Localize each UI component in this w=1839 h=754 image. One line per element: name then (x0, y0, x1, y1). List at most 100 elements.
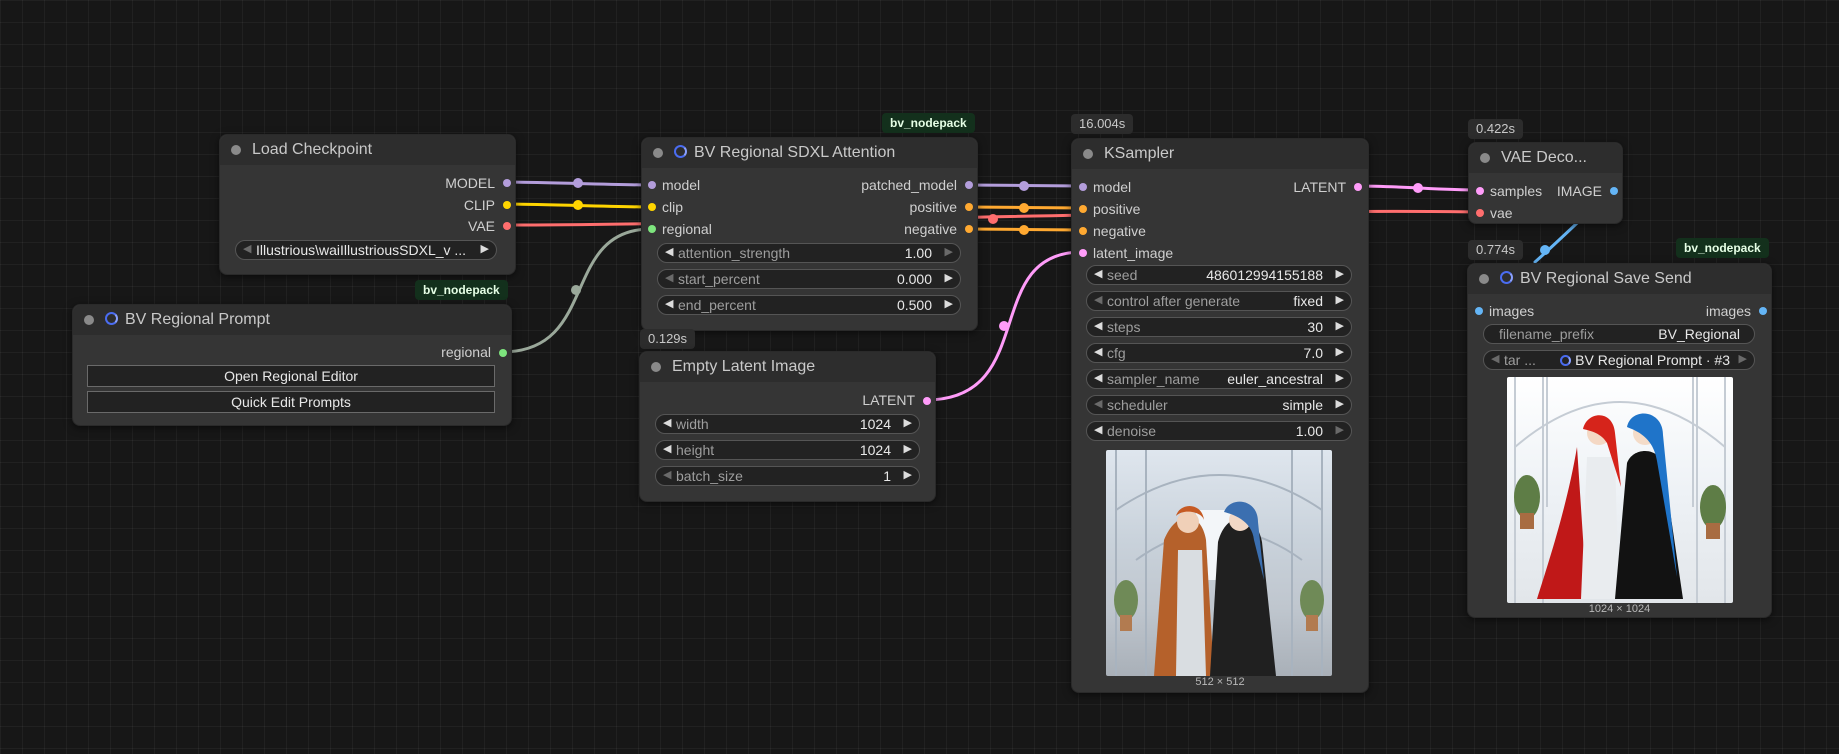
control-after-generate-widget[interactable]: ◀ control after generate fixed ▶ (1086, 291, 1352, 311)
load-checkpoint-node[interactable]: Load Checkpoint MODEL CLIP VAE ◀ Illustr… (219, 134, 516, 275)
batch-size-widget[interactable]: ◀ batch_size 1 ▶ (655, 466, 920, 486)
input-slot-samples[interactable] (1476, 187, 1484, 195)
arrow-right-icon[interactable]: ▶ (1336, 267, 1344, 280)
empty-latent-image-node[interactable]: Empty Latent Image LATENT ◀ width 1024 ▶… (639, 351, 936, 502)
collapse-dot-icon[interactable] (1083, 149, 1093, 159)
arrow-left-icon[interactable]: ◀ (665, 271, 673, 284)
output-slot-image[interactable] (1610, 187, 1618, 195)
node-title-bar[interactable]: Empty Latent Image (640, 352, 935, 382)
node-title-bar[interactable]: BV Regional Save Send (1468, 264, 1771, 294)
arrow-left-icon[interactable]: ◀ (1094, 293, 1102, 306)
output-label-negative: negative (904, 221, 957, 237)
filename-prefix-widget[interactable]: filename_prefix BV_Regional (1483, 324, 1755, 344)
width-widget[interactable]: ◀ width 1024 ▶ (655, 414, 920, 434)
arrow-left-icon[interactable]: ◀ (1094, 371, 1102, 384)
input-slot-model[interactable] (1079, 183, 1087, 191)
arrow-right-icon[interactable]: ▶ (945, 245, 953, 258)
arrow-left-icon[interactable]: ◀ (663, 442, 671, 455)
input-slot-latent-image[interactable] (1079, 249, 1087, 257)
bv-regional-sdxl-attention-node[interactable]: BV Regional SDXL Attention model clip re… (641, 137, 978, 331)
quick-edit-prompts-button[interactable]: Quick Edit Prompts (87, 391, 495, 413)
collapse-dot-icon[interactable] (651, 362, 661, 372)
steps-widget[interactable]: ◀ steps 30 ▶ (1086, 317, 1352, 337)
output-slot-images[interactable] (1759, 307, 1767, 315)
arrow-left-icon[interactable]: ◀ (1094, 267, 1102, 280)
cfg-widget[interactable]: ◀ cfg 7.0 ▶ (1086, 343, 1352, 363)
preview-image[interactable] (1507, 377, 1733, 603)
preview-image[interactable] (1106, 450, 1332, 676)
arrow-left-icon[interactable]: ◀ (663, 416, 671, 429)
collapse-dot-icon[interactable] (653, 148, 663, 158)
arrow-right-icon[interactable]: ▶ (904, 468, 912, 481)
target-combo-widget[interactable]: ◀ tar ... BV Regional Prompt · #3 ▶ (1483, 350, 1755, 370)
arrow-left-icon[interactable]: ◀ (665, 245, 673, 258)
output-slot-patched-model[interactable] (965, 181, 973, 189)
arrow-right-icon[interactable]: ▶ (1336, 319, 1344, 332)
arrow-right-icon[interactable]: ▶ (904, 416, 912, 429)
preview-artwork (1114, 450, 1324, 676)
arrow-right-icon[interactable]: ▶ (945, 297, 953, 310)
arrow-right-icon[interactable]: ▶ (1336, 371, 1344, 384)
vae-decode-node[interactable]: VAE Deco... samples vae IMAGE (1468, 142, 1623, 224)
collapse-dot-icon[interactable] (84, 315, 94, 325)
ksampler-node[interactable]: KSampler model positive negative latent_… (1071, 138, 1369, 693)
attention-strength-widget[interactable]: ◀ attention_strength 1.00 ▶ (657, 243, 961, 263)
denoise-widget[interactable]: ◀ denoise 1.00 ▶ (1086, 421, 1352, 441)
output-slot-negative[interactable] (965, 225, 973, 233)
output-slot-vae[interactable] (503, 222, 511, 230)
input-label-vae: vae (1490, 205, 1513, 221)
arrow-left-icon[interactable]: ◀ (1491, 352, 1499, 365)
arrow-left-icon[interactable]: ◀ (665, 297, 673, 310)
arrow-left-icon[interactable]: ◀ (1094, 345, 1102, 358)
arrow-left-icon[interactable]: ◀ (663, 468, 671, 481)
output-slot-model[interactable] (503, 179, 511, 187)
input-slot-positive[interactable] (1079, 205, 1087, 213)
start-percent-widget[interactable]: ◀ start_percent 0.000 ▶ (657, 269, 961, 289)
scheduler-widget[interactable]: ◀ scheduler simple ▶ (1086, 395, 1352, 415)
node-title: KSampler (1104, 145, 1175, 162)
input-slot-clip[interactable] (648, 203, 656, 211)
input-slot-negative[interactable] (1079, 227, 1087, 235)
arrow-left-icon[interactable]: ◀ (1094, 319, 1102, 332)
output-slot-regional[interactable] (499, 349, 507, 357)
bv-regional-save-send-node[interactable]: BV Regional Save Send images images file… (1467, 263, 1772, 618)
node-title-bar[interactable]: VAE Deco... (1469, 143, 1622, 173)
widget-value: 1024 (859, 416, 891, 432)
input-label-regional: regional (662, 221, 712, 237)
collapse-dot-icon[interactable] (1479, 274, 1489, 284)
input-slot-vae[interactable] (1476, 209, 1484, 217)
node-title-bar[interactable]: BV Regional Prompt (73, 305, 511, 335)
output-slot-latent[interactable] (1354, 183, 1362, 191)
arrow-right-icon[interactable]: ▶ (1336, 293, 1344, 306)
seed-widget[interactable]: ◀ seed 486012994155188 ▶ (1086, 265, 1352, 285)
ckpt-name-combo[interactable]: ◀ Illustrious\waiIllustriousSDXL_v ... ▶ (235, 240, 497, 260)
output-slot-positive[interactable] (965, 203, 973, 211)
node-title-bar[interactable]: KSampler (1072, 139, 1368, 169)
arrow-right-icon[interactable]: ▶ (1739, 352, 1747, 365)
open-regional-editor-button[interactable]: Open Regional Editor (87, 365, 495, 387)
end-percent-widget[interactable]: ◀ end_percent 0.500 ▶ (657, 295, 961, 315)
node-title-bar[interactable]: BV Regional SDXL Attention (642, 138, 977, 168)
height-widget[interactable]: ◀ height 1024 ▶ (655, 440, 920, 460)
arrow-right-icon[interactable]: ▶ (481, 242, 489, 255)
collapse-dot-icon[interactable] (1480, 153, 1490, 163)
output-slot-latent[interactable] (923, 397, 931, 405)
arrow-right-icon[interactable]: ▶ (1336, 397, 1344, 410)
arrow-right-icon[interactable]: ▶ (1336, 345, 1344, 358)
sampler-name-widget[interactable]: ◀ sampler_name euler_ancestral ▶ (1086, 369, 1352, 389)
arrow-right-icon[interactable]: ▶ (1336, 423, 1344, 436)
input-slot-images[interactable] (1475, 307, 1483, 315)
widget-label: batch_size (676, 468, 743, 484)
bv-regional-prompt-node[interactable]: BV Regional Prompt regional Open Regiona… (72, 304, 512, 426)
collapse-dot-icon[interactable] (231, 145, 241, 155)
widget-label: cfg (1107, 345, 1126, 361)
arrow-left-icon[interactable]: ◀ (1094, 423, 1102, 436)
arrow-left-icon[interactable]: ◀ (1094, 397, 1102, 410)
arrow-right-icon[interactable]: ▶ (904, 442, 912, 455)
arrow-left-icon[interactable]: ◀ (243, 242, 251, 255)
node-title-bar[interactable]: Load Checkpoint (220, 135, 515, 165)
input-slot-regional[interactable] (648, 225, 656, 233)
input-slot-model[interactable] (648, 181, 656, 189)
arrow-right-icon[interactable]: ▶ (945, 271, 953, 284)
output-slot-clip[interactable] (503, 201, 511, 209)
